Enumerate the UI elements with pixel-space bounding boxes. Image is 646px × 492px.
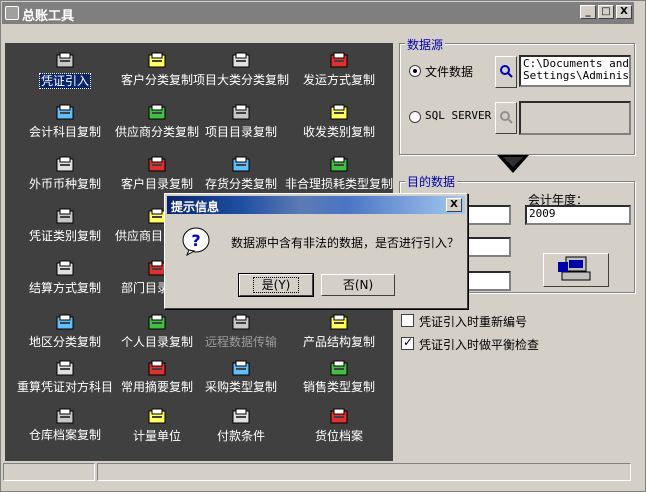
summary-icon	[146, 359, 168, 379]
menu-item-label: 非合理损耗类型复制	[285, 177, 394, 191]
product-structure-icon	[328, 313, 350, 333]
unit-icon	[146, 407, 168, 427]
svg-text:?: ?	[191, 231, 200, 250]
browse-sql-button[interactable]	[495, 102, 517, 134]
settlement-icon	[54, 259, 76, 279]
import-execute-button[interactable]	[543, 253, 609, 287]
menu-item-label: 存货分类复制	[204, 177, 277, 191]
target-group-label: 目的数据	[405, 173, 458, 190]
menu-item[interactable]: 销售类型复制	[285, 359, 393, 407]
computer-transfer-icon	[558, 256, 591, 281]
renumber-checkbox[interactable]	[401, 314, 414, 327]
target-company-field[interactable]	[467, 237, 511, 257]
menu-item-label: 收发类别复制	[302, 125, 375, 139]
dialog-title-bar: 提示信息 X	[167, 196, 465, 214]
dialog-close-button[interactable]: X	[446, 198, 462, 212]
close-button[interactable]: X	[616, 5, 632, 19]
voucher-import-icon	[54, 51, 76, 71]
menu-item-label: 销售类型复制	[302, 380, 375, 394]
supplier-class-icon	[146, 103, 168, 123]
region-icon	[54, 313, 76, 333]
minimize-button[interactable]: _	[580, 5, 596, 19]
title-bar: 总账工具 _ □ X	[2, 2, 634, 24]
target-period-field[interactable]	[467, 271, 511, 291]
remote-transfer-icon	[230, 313, 252, 333]
menu-item-label: 货位档案	[314, 429, 363, 443]
sql-server-label: SQL SERVER	[425, 109, 492, 122]
yes-button[interactable]: 是(Y)	[238, 273, 314, 297]
arrow-down-icon	[497, 155, 529, 173]
transport-icon	[328, 51, 350, 71]
customer-catalog-icon	[146, 155, 168, 175]
menu-item[interactable]: 采购类型复制	[187, 359, 295, 407]
sales-type-icon	[328, 359, 350, 379]
stock-io-icon	[328, 103, 350, 123]
payment-icon	[230, 407, 252, 427]
purchase-type-icon	[230, 359, 252, 379]
app-icon	[5, 6, 19, 20]
account-subject-icon	[54, 103, 76, 123]
magnifier-icon-disabled	[500, 111, 513, 124]
sql-server-radio[interactable]	[409, 111, 421, 123]
menu-item[interactable]: 项目目录复制	[187, 103, 295, 151]
menu-item[interactable]: 项目大类分类复制	[187, 51, 295, 99]
main-window: 总账工具 _ □ X 凭证引入 客户分类复制 项目大类分类复制 发运方式复制 会计科目复…	[0, 0, 646, 492]
file-data-radio[interactable]	[409, 65, 421, 77]
menu-item-label: 凭证引入	[38, 73, 91, 89]
dialog-message: 数据源中含有非法的数据，是否进行引入？	[231, 236, 460, 250]
balance-check-label: 凭证引入时做平衡检查	[419, 338, 540, 352]
status-panel-1	[3, 463, 95, 481]
menu-item-label: 付款条件	[216, 429, 265, 443]
voucher-type-icon	[54, 207, 76, 227]
person-icon	[146, 313, 168, 333]
window-title: 总账工具	[22, 9, 75, 24]
menu-item[interactable]: 产品结构复制	[285, 313, 393, 361]
question-icon: ?	[182, 227, 210, 256]
menu-item-label: 项目大类分类复制	[192, 73, 289, 87]
sql-server-field[interactable]	[519, 101, 631, 135]
item-class-icon	[230, 51, 252, 71]
item-catalog-icon	[230, 103, 252, 123]
menu-item[interactable]: 发运方式复制	[285, 51, 393, 99]
menu-item-label: 采购类型复制	[204, 380, 277, 394]
loss-type-icon	[328, 155, 350, 175]
no-button[interactable]: 否(N)	[321, 274, 395, 296]
prompt-dialog: 提示信息 X ? 数据源中含有非法的数据，是否进行引入？ 是(Y) 否(N)	[164, 193, 468, 309]
recalc-icon	[54, 359, 76, 379]
menu-item-label: 项目目录复制	[204, 125, 277, 139]
menu-item[interactable]: 收发类别复制	[285, 103, 393, 151]
menu-item-label: 远程数据传输	[204, 335, 277, 349]
warehouse-icon	[54, 407, 76, 427]
fiscal-year-field[interactable]: 2009	[525, 205, 631, 225]
maximize-button[interactable]: □	[598, 5, 614, 19]
file-data-label: 文件数据	[425, 65, 474, 79]
magnifier-icon	[500, 65, 513, 78]
menu-item-label: 发运方式复制	[302, 73, 375, 87]
balance-check-checkbox[interactable]	[401, 335, 414, 350]
inventory-class-icon	[230, 155, 252, 175]
menu-item[interactable]: 远程数据传输	[187, 313, 295, 361]
browse-file-button[interactable]	[495, 56, 517, 88]
target-account-field[interactable]	[467, 205, 511, 225]
status-bar	[3, 463, 645, 483]
currency-icon	[54, 155, 76, 175]
dialog-title: 提示信息	[171, 200, 220, 214]
menu-item[interactable]: 付款条件	[187, 407, 295, 455]
file-path-field[interactable]: C:\Documents and Settings\Administ	[519, 55, 631, 87]
status-panel-2	[97, 463, 631, 481]
menu-item[interactable]: 货位档案	[285, 407, 393, 455]
yes-button-label: 是(Y)	[252, 277, 300, 293]
renumber-label: 凭证引入时重新编号	[419, 315, 528, 329]
menu-item-label: 产品结构复制	[302, 335, 375, 349]
source-group-label: 数据源	[405, 36, 446, 53]
location-icon	[328, 407, 350, 427]
printer-icon	[146, 51, 168, 71]
